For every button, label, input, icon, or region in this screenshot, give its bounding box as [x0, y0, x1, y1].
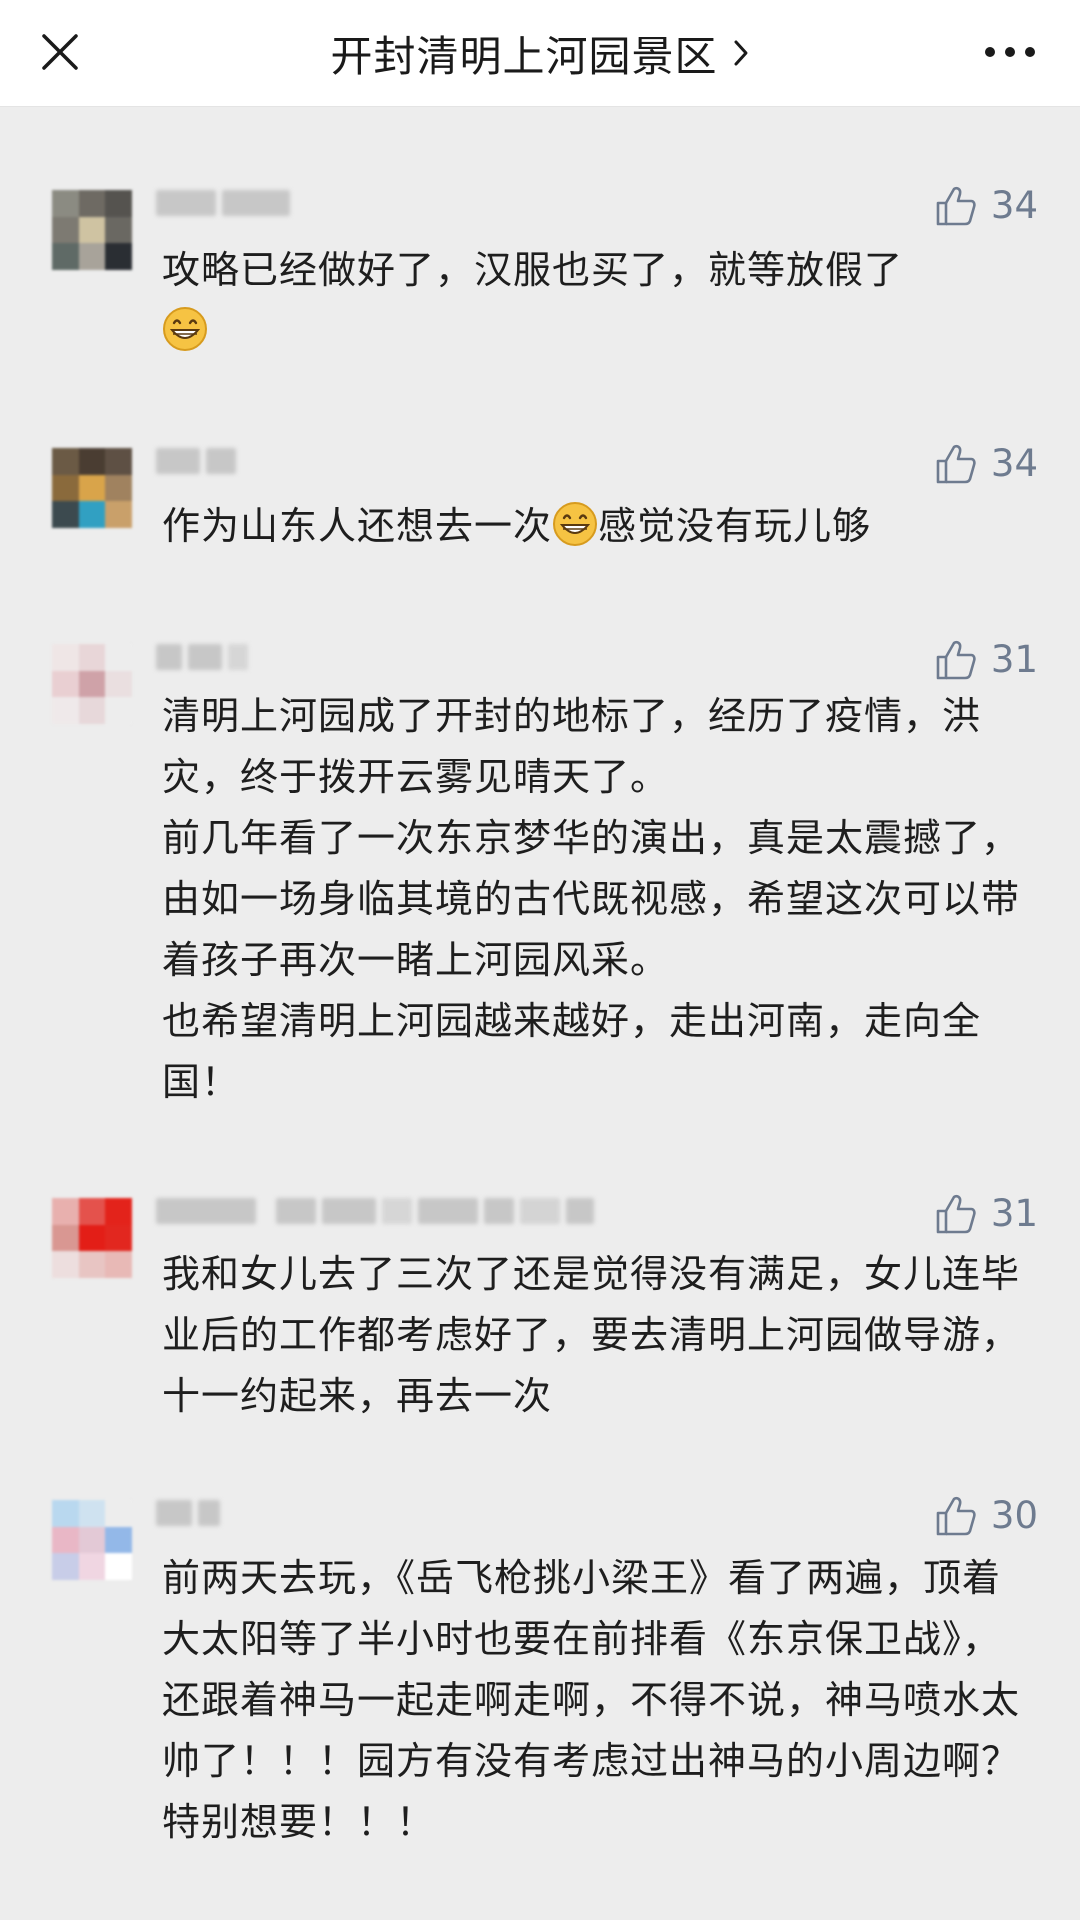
username[interactable] — [156, 1198, 594, 1226]
chevron-right-icon[interactable] — [732, 38, 750, 68]
like-button[interactable]: 34 — [935, 442, 1038, 485]
more-dots-icon — [985, 47, 1035, 57]
username[interactable] — [156, 448, 236, 476]
more-button[interactable] — [970, 22, 1050, 82]
like-count: 34 — [990, 184, 1038, 227]
like-count: 31 — [990, 638, 1038, 681]
thumbs-up-icon — [936, 1194, 976, 1233]
thumbs-up-icon — [936, 186, 976, 225]
like-count: 31 — [990, 1192, 1038, 1235]
thumbs-up-icon — [936, 444, 976, 483]
like-button[interactable]: 31 — [935, 1192, 1038, 1235]
thumbs-up-icon — [936, 640, 976, 679]
avatar[interactable] — [52, 448, 132, 528]
avatar[interactable] — [52, 1500, 132, 1580]
close-button[interactable] — [30, 22, 90, 82]
avatar[interactable] — [52, 1198, 132, 1278]
thumbs-up-icon — [936, 1496, 976, 1535]
username[interactable] — [156, 1500, 220, 1528]
like-button[interactable]: 30 — [935, 1494, 1038, 1537]
comment-text: 作为山东人还想去一次 感觉没有玩儿够 — [162, 496, 1028, 557]
avatar[interactable] — [52, 190, 132, 270]
like-count: 30 — [990, 1494, 1038, 1537]
page-title[interactable]: 开封清明上河园景区 — [330, 23, 717, 84]
comment-text: 清明上河园成了开封的地标了，经历了疫情，洪灾，终于拨开云雾见晴天了。 前几年看了… — [162, 694, 1021, 1104]
comment-text: 攻略已经做好了，汉服也买了，就等放假了 — [162, 240, 1028, 362]
avatar[interactable] — [52, 644, 132, 724]
close-icon — [42, 34, 78, 70]
grinning-face-icon — [163, 307, 207, 351]
comment-text: 前两天去玩，《岳飞枪挑小梁王》看了两遍，顶着大太阳等了半小时也要在前排看《东京保… — [162, 1556, 1021, 1844]
comment-text: 我和女儿去了三次了还是觉得没有满足，女儿连毕业后的工作都考虑好了，要去清明上河园… — [162, 1252, 1021, 1418]
like-button[interactable]: 34 — [935, 184, 1038, 227]
top-navigation-bar: 开封清明上河园景区 — [0, 0, 1080, 107]
like-count: 34 — [990, 442, 1038, 485]
username[interactable] — [156, 190, 290, 218]
grinning-face-icon — [553, 502, 598, 546]
username[interactable] — [156, 644, 248, 672]
like-button[interactable]: 31 — [935, 638, 1038, 681]
